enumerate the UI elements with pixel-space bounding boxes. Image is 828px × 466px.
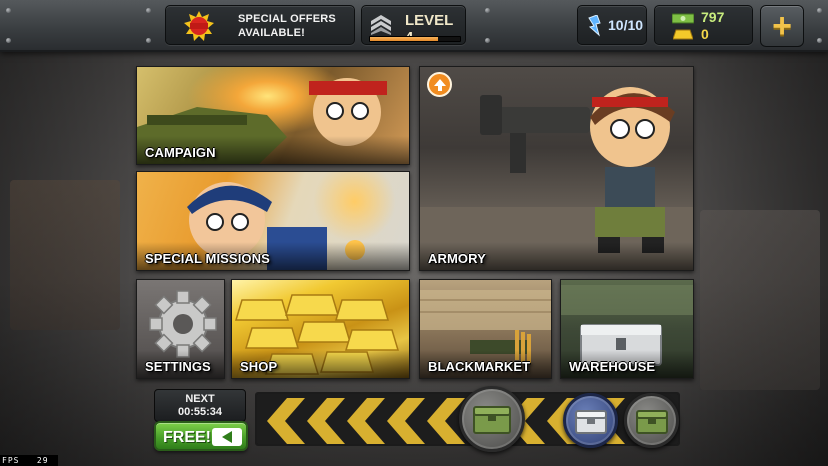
fps-value: 29 [36,456,49,465]
fps-counter: FPS 29 [0,455,58,466]
special-offers-button[interactable]: SPECIAL OFFERS AVAILABLE! [165,5,355,45]
free-label: FREE! [163,429,211,446]
arrow-glyph [222,431,232,443]
next-label: NEXT [185,393,215,405]
energy-value: 10/10 [608,17,644,33]
energy-icon [588,15,601,37]
settings-tile[interactable]: SETTINGS [136,279,225,379]
special-missions-tile[interactable]: SPECIAL MISSIONS [136,171,410,271]
special-offers-text: SPECIAL OFFERS AVAILABLE! [238,12,350,40]
rivet [146,38,151,43]
campaign-tile[interactable]: CAMPAIGN [136,66,410,165]
energy-panel[interactable]: 10/10 [577,5,647,45]
rivet [485,38,490,43]
campaign-label: CAMPAIGN [145,145,216,160]
fps-label: FPS [2,456,20,465]
settings-label: SETTINGS [145,359,211,374]
special-offer-icon [184,11,214,41]
shop-tile[interactable]: SHOP [231,279,410,379]
plus-icon[interactable]: + [760,5,804,47]
rivet [146,8,151,13]
rivet [817,38,822,43]
rivet [485,8,490,13]
next-reward-timer: NEXT 00:55:34 [154,389,246,422]
warehouse-label: WAREHOUSE [569,359,656,374]
cash-value: 797 [701,9,725,25]
background-crate [10,180,120,330]
rivet [6,8,11,13]
crate-icon[interactable] [563,393,618,448]
xp-progress-bar [369,36,461,42]
gold-icon [673,29,693,40]
crate-icon[interactable] [459,386,525,452]
crate-icon[interactable] [624,393,679,448]
play-arrow-icon [212,428,242,446]
special-missions-label: SPECIAL MISSIONS [145,251,270,266]
timer-value: 00:55:34 [177,406,223,418]
xp-progress-fill [370,37,438,41]
rivet [817,8,822,13]
upgrade-arrow-icon[interactable] [427,72,452,97]
armory-artwork [420,87,693,270]
green-crate-glyph [473,406,511,434]
blackmarket-label: BLACKMARKET [428,359,531,374]
armory-tile[interactable]: ARMORY [419,66,694,271]
rivet [6,38,11,43]
rank-chevron-icon [371,15,391,35]
upgrade-arrow-glyph [433,78,446,91]
blackmarket-tile[interactable]: BLACKMARKET [419,279,552,379]
level-panel[interactable]: LEVEL 4 [361,5,466,46]
silver-crate-glyph [574,409,607,434]
armory-label: ARMORY [428,251,486,266]
shop-label: SHOP [240,359,278,374]
free-reward-button[interactable]: FREE! [154,421,248,451]
background-crate [700,210,820,390]
green-crate-glyph [635,409,668,434]
special-offers-line2: AVAILABLE! [238,27,305,39]
warehouse-tile[interactable]: WAREHOUSE [560,279,694,379]
top-bar: SPECIAL OFFERS AVAILABLE! LEVEL 4 10/10 … [0,0,828,52]
gold-value: 0 [701,26,709,42]
currency-panel[interactable]: 797 0 [654,5,753,45]
special-offers-line1: SPECIAL OFFERS [238,13,336,25]
cash-icon [672,13,694,24]
